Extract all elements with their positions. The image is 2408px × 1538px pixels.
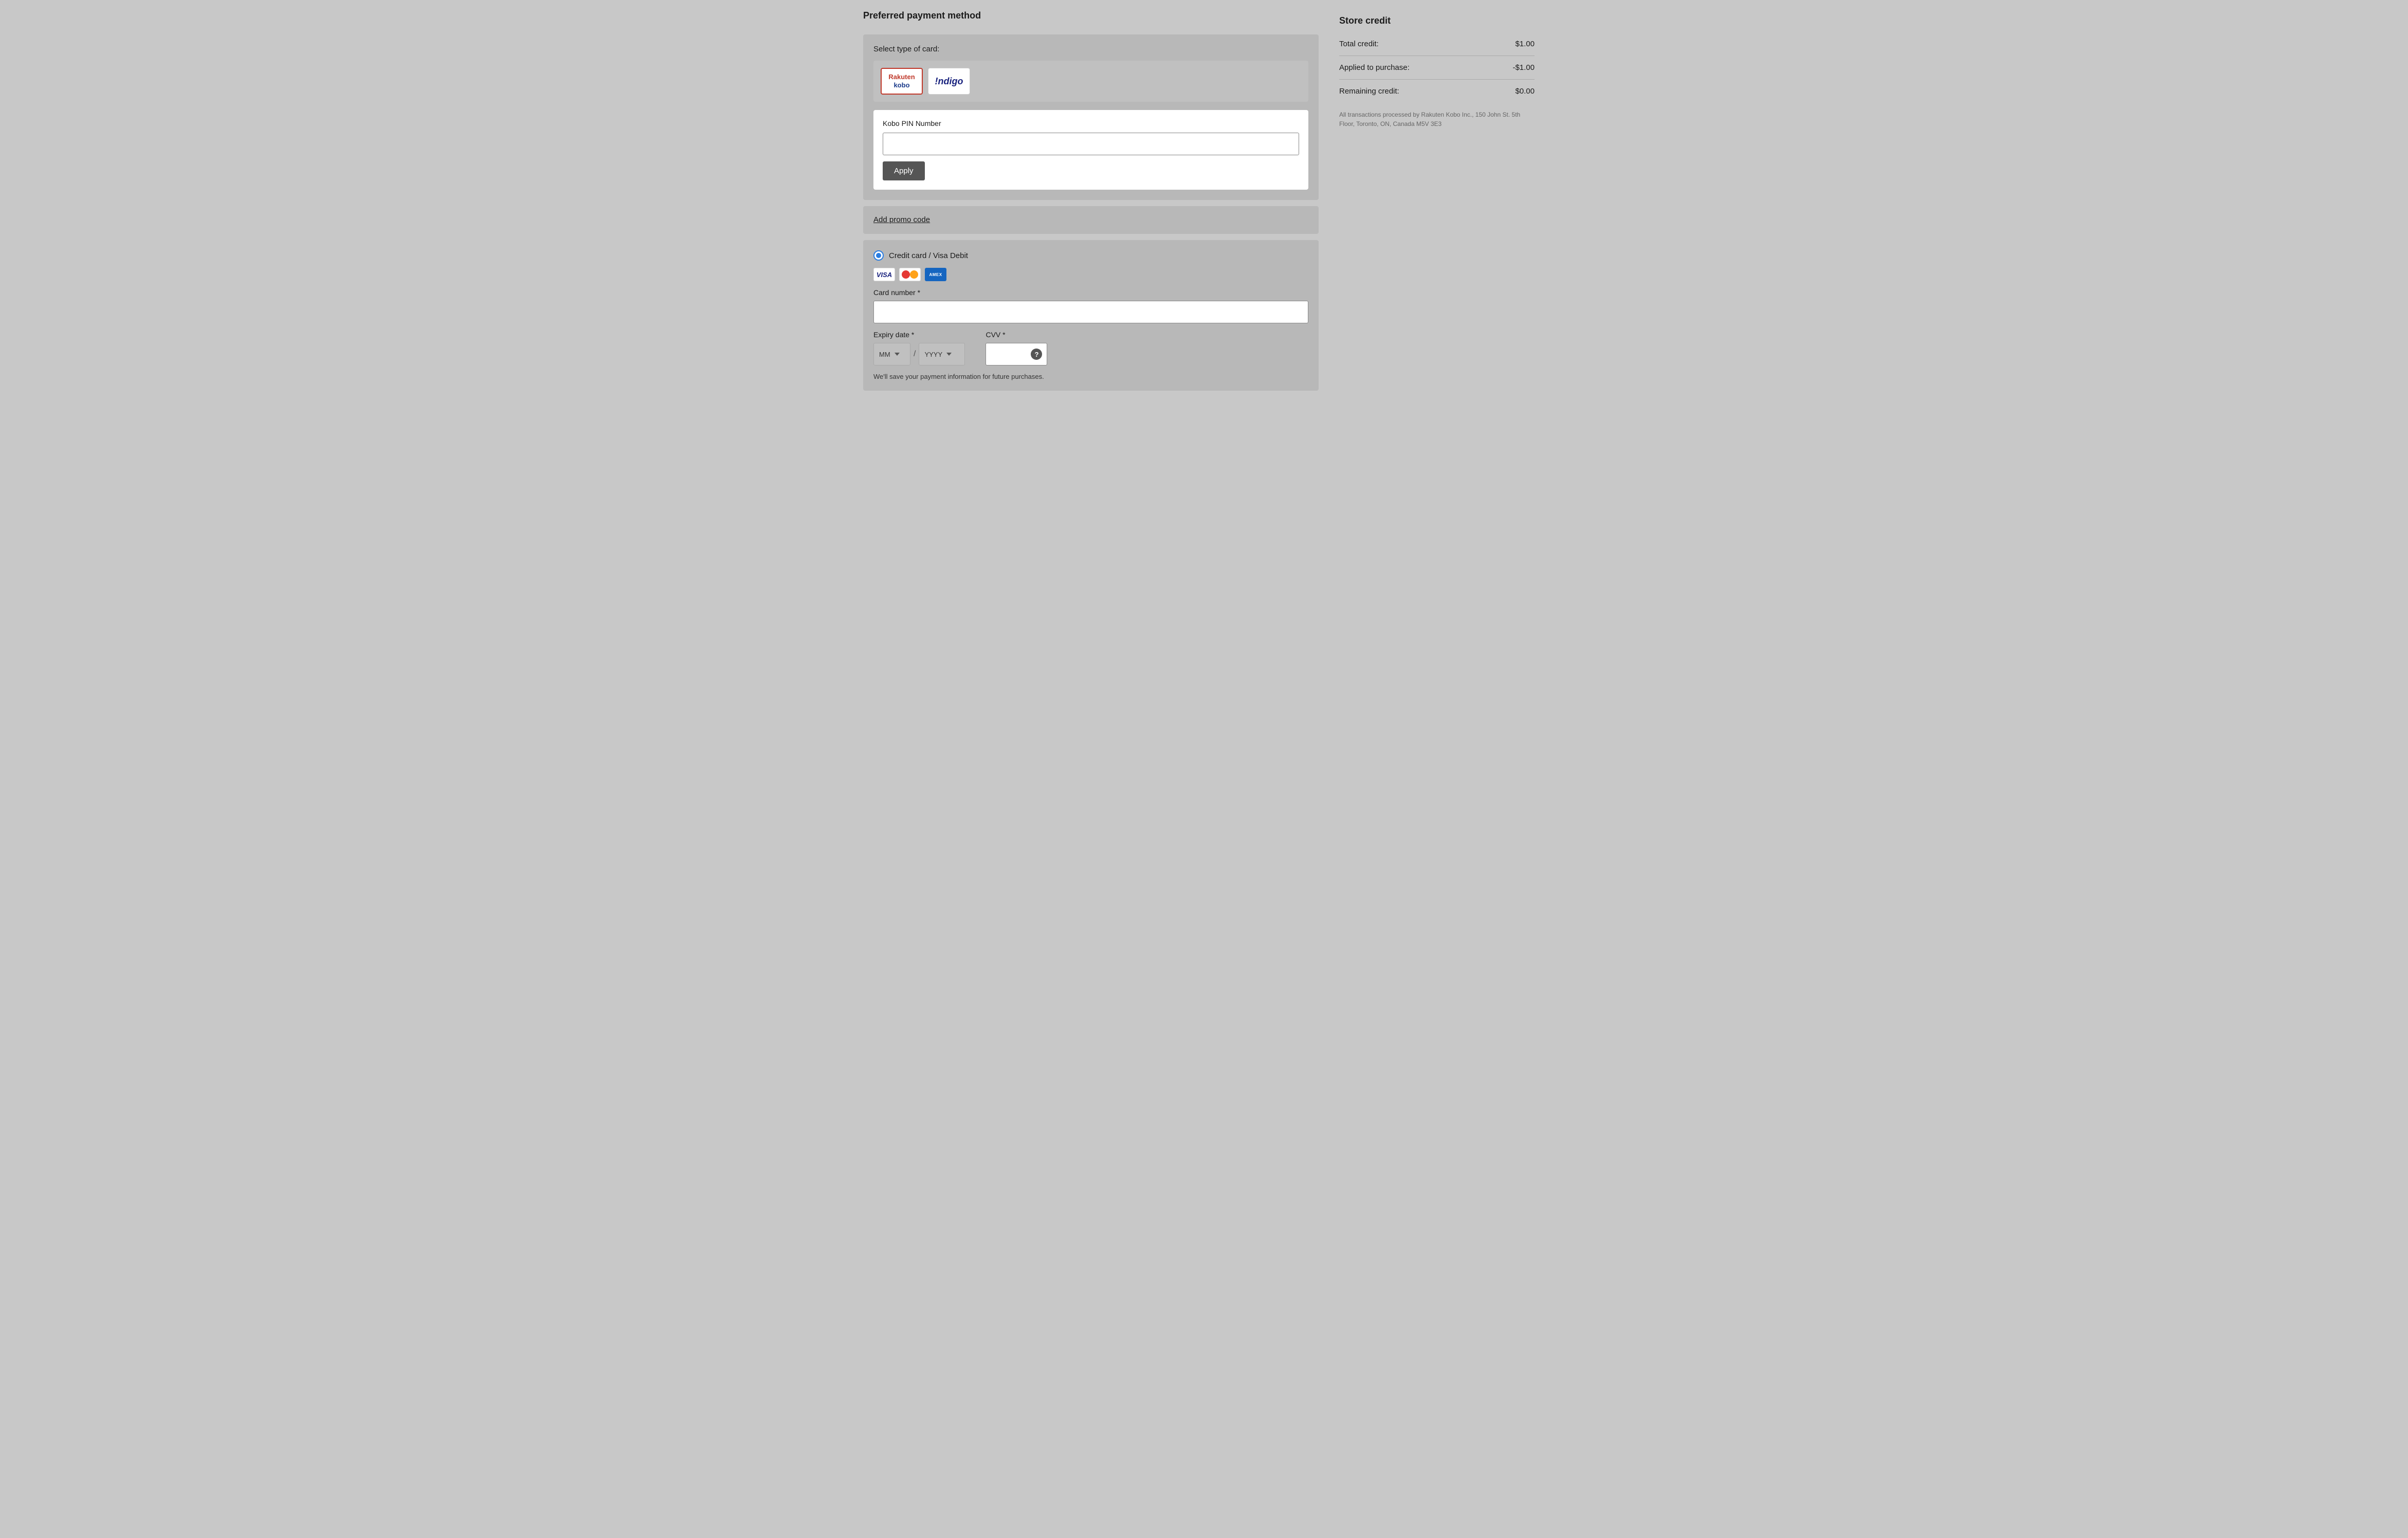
total-credit-value: $1.00 <box>1515 40 1535 48</box>
remaining-credit-value: $0.00 <box>1515 87 1535 96</box>
total-credit-row: Total credit: $1.00 <box>1339 35 1535 52</box>
credit-divider-2 <box>1339 79 1535 80</box>
rakuten-logo-bottom: kobo <box>893 81 909 89</box>
expiry-month-chevron <box>895 353 900 356</box>
save-payment-info-text: We'll save your payment information for … <box>873 373 1308 380</box>
card-options-list: Rakuten kobo !ndigo <box>873 61 1308 102</box>
card-number-label: Card number * <box>873 288 1308 297</box>
expiry-year-select[interactable]: YYYY <box>919 343 965 365</box>
rakuten-kobo-card-option[interactable]: Rakuten kobo <box>881 68 923 95</box>
expiry-group: Expiry date * MM / YYYY <box>873 331 965 365</box>
applied-purchase-label: Applied to purchase: <box>1339 63 1410 72</box>
expiry-year-value: YYYY <box>924 351 942 358</box>
expiry-selects: MM / YYYY <box>873 343 965 365</box>
promo-code-panel: Add promo code <box>863 206 1319 234</box>
add-promo-code-link[interactable]: Add promo code <box>873 215 930 224</box>
credit-card-panel: Credit card / Visa Debit VISA AMEX Card … <box>863 240 1319 391</box>
mc-red-circle <box>902 270 910 279</box>
expiry-month-value: MM <box>879 351 890 358</box>
card-number-input[interactable] <box>873 301 1308 323</box>
left-column: Preferred payment method Select type of … <box>863 10 1319 1528</box>
expiry-cvv-row: Expiry date * MM / YYYY CVV <box>873 331 1308 365</box>
credit-card-radio-row[interactable]: Credit card / Visa Debit <box>873 250 1308 261</box>
store-credit-title: Store credit <box>1339 15 1535 26</box>
total-credit-label: Total credit: <box>1339 40 1379 48</box>
expiry-slash: / <box>910 350 919 359</box>
remaining-credit-row: Remaining credit: $0.00 <box>1339 83 1535 100</box>
expiry-year-chevron <box>946 353 952 356</box>
indigo-logo: !ndigo <box>935 76 963 87</box>
right-column: Store credit Total credit: $1.00 Applied… <box>1329 10 1545 1528</box>
pin-input[interactable] <box>883 133 1299 155</box>
cvv-help-icon[interactable]: ? <box>1031 349 1042 360</box>
applied-purchase-row: Applied to purchase: -$1.00 <box>1339 59 1535 76</box>
expiry-month-select[interactable]: MM <box>873 343 910 365</box>
card-type-label: Select type of card: <box>873 45 1308 53</box>
applied-purchase-value: -$1.00 <box>1512 63 1535 72</box>
cvv-input-wrap: ? <box>986 343 1047 365</box>
expiry-label: Expiry date * <box>873 331 965 339</box>
mc-orange-circle <box>910 270 918 279</box>
visa-logo: VISA <box>873 268 895 281</box>
card-type-panel: Select type of card: Rakuten kobo !ndigo <box>863 34 1319 200</box>
rakuten-kobo-logo: Rakuten kobo <box>888 73 915 89</box>
credit-card-radio[interactable] <box>873 250 884 261</box>
rakuten-logo-top: Rakuten <box>888 73 915 81</box>
pin-label: Kobo PIN Number <box>883 119 1299 127</box>
indigo-card-option[interactable]: !ndigo <box>928 68 970 95</box>
amex-logo: AMEX <box>925 268 946 281</box>
accepted-card-logos: VISA AMEX <box>873 268 1308 281</box>
cvv-label: CVV * <box>986 331 1047 339</box>
pin-section: Kobo PIN Number Apply <box>873 110 1308 190</box>
page-title: Preferred payment method <box>863 10 1319 21</box>
remaining-credit-label: Remaining credit: <box>1339 87 1399 96</box>
radio-selected-indicator <box>876 253 881 258</box>
transaction-note: All transactions processed by Rakuten Ko… <box>1339 110 1535 129</box>
mastercard-logo <box>899 268 921 281</box>
cvv-group: CVV * ? <box>986 331 1047 365</box>
credit-card-radio-label: Credit card / Visa Debit <box>889 251 968 260</box>
apply-button[interactable]: Apply <box>883 161 925 180</box>
